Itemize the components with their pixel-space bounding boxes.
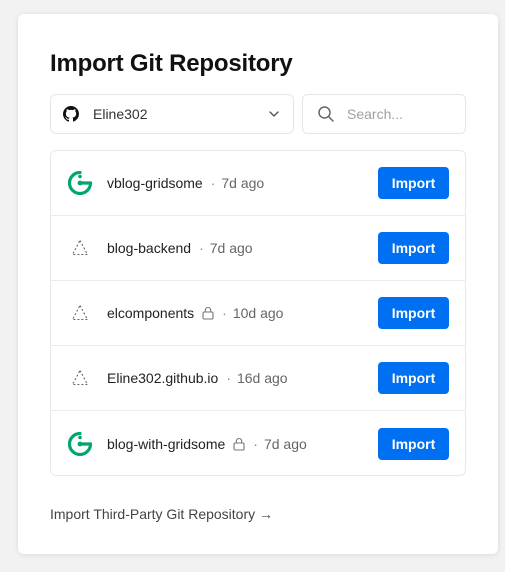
import-third-party-link[interactable]: Import Third-Party Git Repository → xyxy=(50,506,273,522)
import-button[interactable]: Import xyxy=(378,232,449,264)
separator: · xyxy=(222,305,227,321)
page-title: Import Git Repository xyxy=(50,50,293,77)
repo-age: 16d ago xyxy=(236,370,288,386)
import-button[interactable]: Import xyxy=(378,167,449,199)
separator: · xyxy=(210,175,216,191)
separator: · xyxy=(253,435,258,452)
repo-name: elcomponents xyxy=(107,305,195,321)
repo-row: blog-with-gridsome · 7d ago Import xyxy=(51,411,465,475)
github-icon xyxy=(63,106,79,122)
separator: · xyxy=(199,240,204,256)
repo-row: vblog-gridsome · 7d ago Import xyxy=(51,151,465,216)
repo-name: Eline302.github.io xyxy=(107,370,219,386)
repo-name: vblog-gridsome xyxy=(107,175,203,191)
lock-icon xyxy=(202,306,214,320)
gridsome-icon xyxy=(67,170,93,196)
gridsome-icon xyxy=(67,431,93,457)
import-button[interactable]: Import xyxy=(378,362,449,394)
import-card: Import Git Repository Eline302 vblog-gri… xyxy=(18,14,498,554)
import-button[interactable]: Import xyxy=(378,297,449,329)
repo-age: 10d ago xyxy=(232,305,284,321)
lock-icon xyxy=(233,437,245,451)
repo-age: 7d ago xyxy=(263,435,307,452)
repo-row: elcomponents · 10d ago Import xyxy=(51,281,465,346)
triangle-icon xyxy=(67,235,93,261)
account-name: Eline302 xyxy=(93,106,148,122)
triangle-icon xyxy=(67,300,93,326)
search-icon xyxy=(317,105,335,123)
search-box xyxy=(302,94,466,134)
repo-name: blog-backend xyxy=(107,240,192,256)
repo-row: blog-backend · 7d ago Import xyxy=(51,216,465,281)
separator: · xyxy=(226,370,231,386)
repo-age: 7d ago xyxy=(221,175,265,191)
account-select[interactable]: Eline302 xyxy=(50,94,294,134)
repo-name: blog-with-gridsome xyxy=(107,435,226,452)
chevron-down-icon xyxy=(267,107,281,121)
repo-row: Eline302.github.io · 16d ago Import xyxy=(51,346,465,411)
import-button[interactable]: Import xyxy=(378,427,449,460)
repo-age: 7d ago xyxy=(209,240,253,256)
triangle-icon xyxy=(67,365,93,391)
search-input[interactable] xyxy=(347,106,447,122)
repo-list: vblog-gridsome · 7d ago Import blog-back… xyxy=(50,150,466,476)
